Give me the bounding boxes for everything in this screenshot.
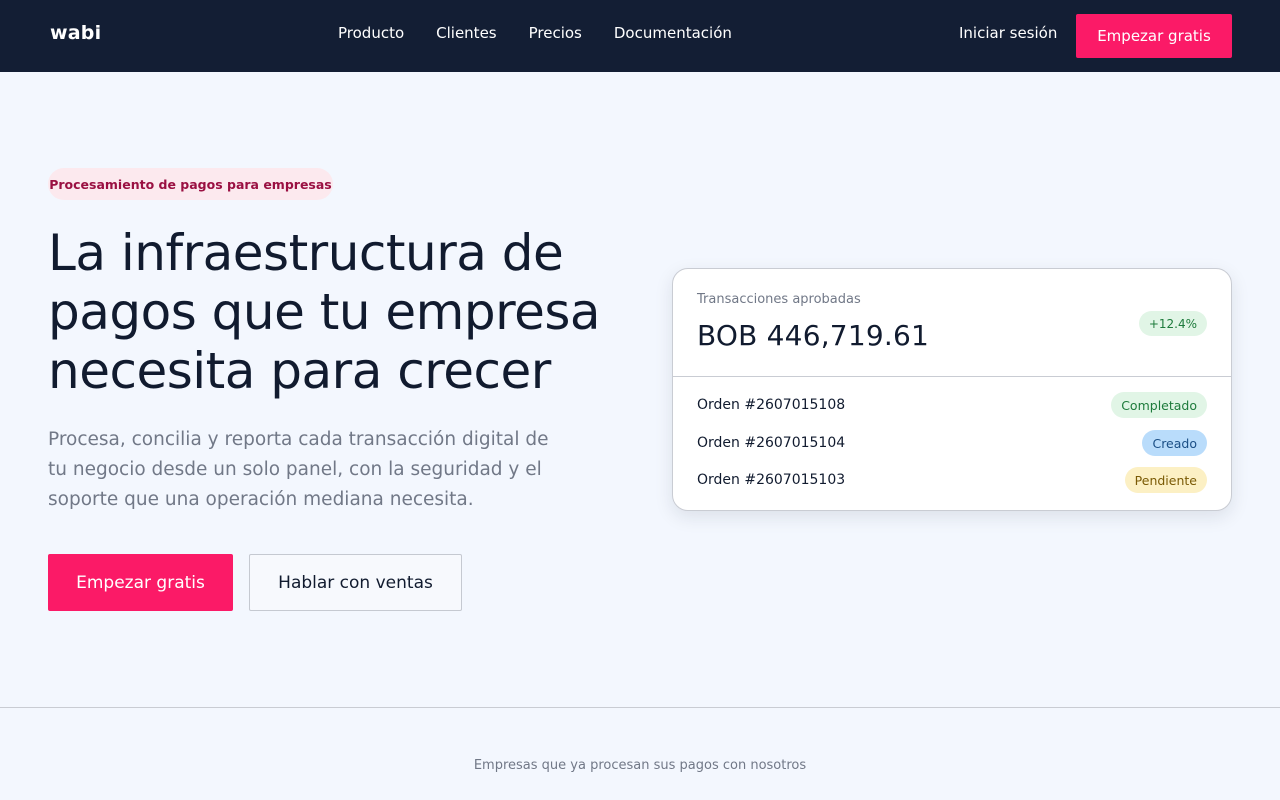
login-link[interactable]: Iniciar sesión (959, 24, 1057, 42)
order-row: Orden #2607015108 Completado (697, 392, 1207, 418)
top-navbar: wabi Producto Clientes Precios Documenta… (0, 0, 1280, 72)
trust-heading: Empresas que ya procesan sus pagos con n… (473, 758, 807, 773)
transactions-card: Transacciones aprobadas BOB 446,719.61 +… (672, 268, 1232, 511)
order-row: Orden #2607015103 Pendiente (697, 467, 1207, 493)
nav-links: Producto Clientes Precios Documentación (338, 24, 732, 42)
section-divider (0, 707, 1280, 708)
order-row: Orden #2607015104 Creado (697, 430, 1207, 456)
growth-badge: +12.4% (1138, 311, 1207, 336)
nav-link-precios[interactable]: Precios (529, 24, 582, 42)
card-label: Transacciones aprobadas (697, 292, 861, 307)
approved-amount: BOB 446,719.61 (697, 319, 929, 352)
hero-badge: Procesamiento de pagos para empresas (48, 168, 333, 200)
order-id: Orden #2607015104 (697, 435, 846, 451)
status-badge: Completado (1111, 392, 1207, 418)
order-id: Orden #2607015108 (697, 397, 846, 413)
hero-start-free-button[interactable]: Empezar gratis (48, 554, 233, 611)
status-badge: Pendiente (1124, 467, 1207, 493)
nav-link-documentacion[interactable]: Documentación (614, 24, 732, 42)
brand-logo[interactable]: wabi (50, 22, 101, 44)
nav-link-clientes[interactable]: Clientes (436, 24, 496, 42)
status-badge: Creado (1142, 430, 1207, 456)
talk-to-sales-button[interactable]: Hablar con ventas (249, 554, 462, 611)
order-id: Orden #2607015103 (697, 472, 846, 488)
nav-start-free-button[interactable]: Empezar gratis (1076, 14, 1232, 58)
card-divider (673, 376, 1231, 377)
hero-subtitle: Procesa, concilia y reporta cada transac… (48, 429, 549, 510)
hero-title: La infraestructura de pagos que tu empre… (48, 224, 601, 400)
nav-link-producto[interactable]: Producto (338, 24, 404, 42)
